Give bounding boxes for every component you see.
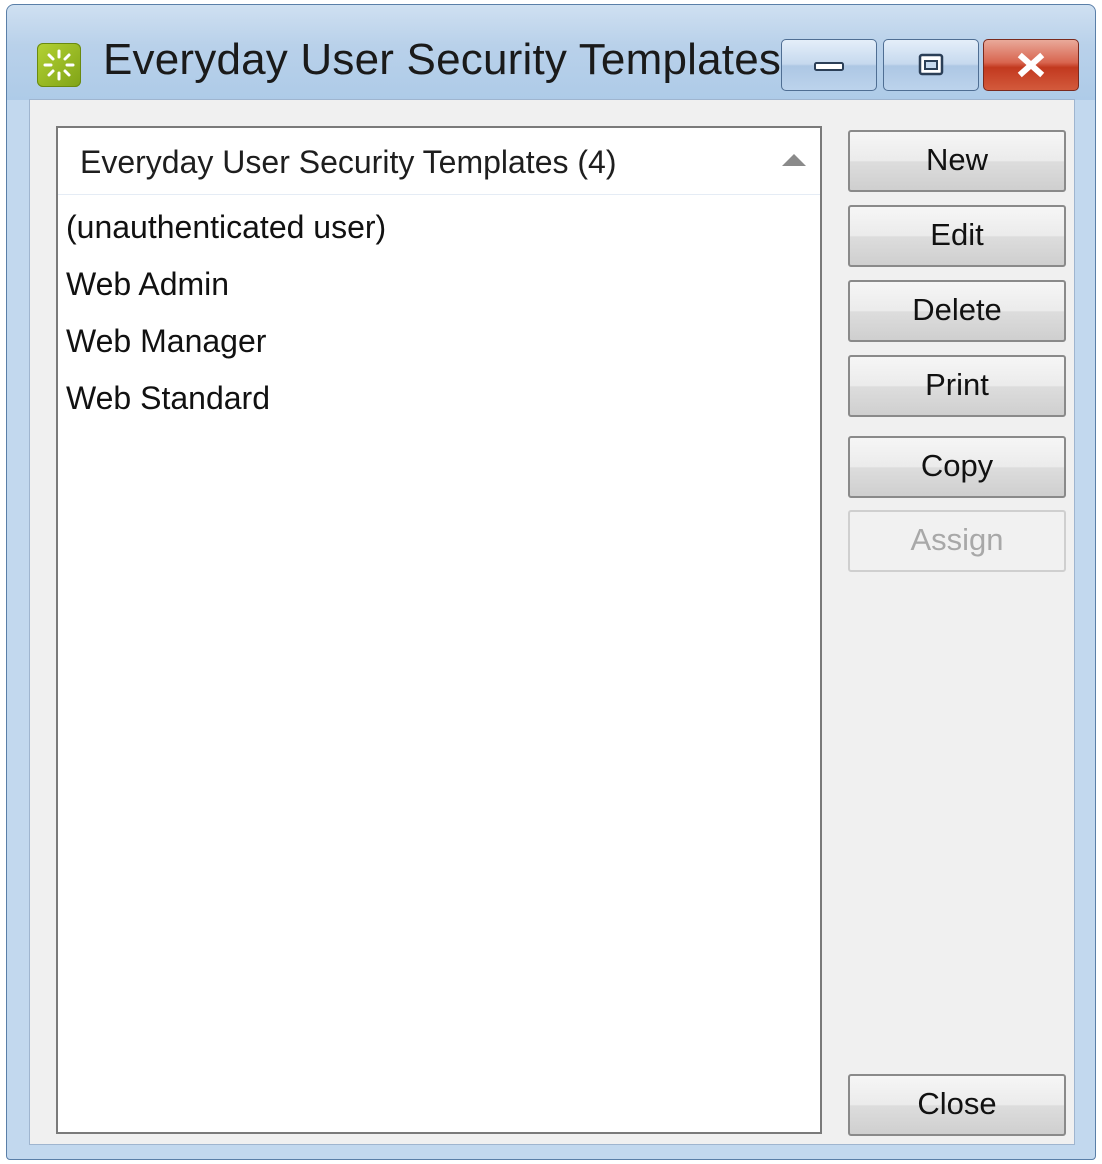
close-button[interactable]: Close xyxy=(848,1074,1066,1136)
assign-button[interactable]: Assign xyxy=(848,510,1066,572)
window-title: Everyday User Security Templates xyxy=(103,35,782,84)
column-header-label: Everyday User Security Templates (4) xyxy=(80,144,617,180)
print-button[interactable]: Print xyxy=(848,355,1066,417)
minimize-button[interactable] xyxy=(781,39,877,91)
app-logo-icon xyxy=(37,43,81,87)
maximize-icon xyxy=(918,53,944,76)
list-column-header[interactable]: Everyday User Security Templates (4) xyxy=(58,128,820,195)
list-item[interactable]: Web Admin xyxy=(58,256,820,313)
templates-list[interactable]: Everyday User Security Templates (4) (un… xyxy=(56,126,822,1134)
title-bar[interactable]: Everyday User Security Templates xyxy=(7,5,1095,99)
list-item[interactable]: (unauthenticated user) xyxy=(58,199,820,256)
close-window-button[interactable] xyxy=(983,39,1079,91)
new-button[interactable]: New xyxy=(848,130,1066,192)
maximize-button[interactable] xyxy=(883,39,979,91)
dialog-body: Everyday User Security Templates (4) (un… xyxy=(29,99,1075,1145)
copy-button[interactable]: Copy xyxy=(848,436,1066,498)
close-icon xyxy=(1017,52,1045,78)
minimize-icon xyxy=(814,62,844,71)
list-item[interactable]: Web Manager xyxy=(58,313,820,370)
edit-button[interactable]: Edit xyxy=(848,205,1066,267)
dialog-window: Everyday User Security Templates Everyda… xyxy=(6,4,1096,1160)
list-item[interactable]: Web Standard xyxy=(58,370,820,427)
delete-button[interactable]: Delete xyxy=(848,280,1066,342)
list-rows: (unauthenticated user) Web Admin Web Man… xyxy=(58,195,820,427)
sort-ascending-icon xyxy=(782,154,806,166)
